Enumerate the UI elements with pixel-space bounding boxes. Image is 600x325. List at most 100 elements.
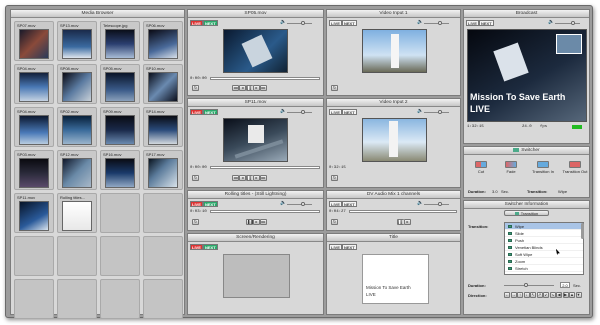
live-badge[interactable]: LIVE — [329, 20, 342, 26]
scrub-bar[interactable] — [210, 166, 320, 169]
direction-arrow-icon[interactable]: ↖ — [530, 292, 536, 298]
live-badge[interactable]: LIVE — [190, 244, 203, 250]
media-item[interactable]: SP10.mov — [143, 64, 183, 104]
volume-slider[interactable] — [424, 112, 449, 113]
media-item[interactable]: SP11.mov — [14, 193, 54, 233]
direction-arrow-icon[interactable]: ◀ — [556, 292, 562, 298]
volume-slider[interactable] — [555, 23, 580, 24]
loop-button[interactable]: ↻ — [192, 175, 199, 181]
play-button[interactable]: ▸ — [253, 175, 260, 181]
next-badge[interactable]: NEXT — [203, 244, 218, 250]
pause-button[interactable]: ❚❚ — [246, 175, 254, 181]
direction-arrow-icon[interactable]: ▶ — [562, 292, 569, 298]
rewind-button[interactable]: ◂◂ — [232, 175, 239, 181]
transition-item[interactable]: Zoom — [505, 258, 583, 265]
transition-item[interactable]: Slide — [505, 230, 583, 237]
direction-arrow-icon[interactable]: ↙ — [543, 292, 549, 298]
media-item[interactable]: SP14.mov — [143, 107, 183, 147]
media-item[interactable]: SP13.mov — [57, 21, 97, 61]
volume-knob[interactable] — [301, 202, 305, 206]
media-item[interactable]: SP17.mov — [143, 150, 183, 190]
scrub-bar[interactable] — [349, 210, 457, 213]
next-badge[interactable]: NEXT — [342, 109, 357, 115]
media-item[interactable]: SP02.mov — [57, 107, 97, 147]
direction-arrow-icon[interactable]: ↑ — [517, 292, 523, 298]
play-button[interactable]: ▸ — [253, 219, 260, 225]
next-badge[interactable]: NEXT — [342, 20, 357, 26]
back-button[interactable]: ◂ — [239, 175, 246, 181]
live-badge[interactable]: LIVE — [466, 20, 479, 26]
next-badge[interactable]: NEXT — [203, 201, 218, 207]
loop-button[interactable]: ↻ — [331, 219, 338, 225]
next-badge[interactable]: NEXT — [342, 244, 357, 250]
live-badge[interactable]: LIVE — [329, 201, 342, 207]
next-badge[interactable]: NEXT — [479, 20, 494, 26]
volume-knob[interactable] — [438, 202, 442, 206]
direction-arrow-icon[interactable]: ↓ — [523, 292, 530, 298]
play-button[interactable]: ▸ — [253, 85, 260, 91]
media-item[interactable]: SP03.mov — [14, 150, 54, 190]
volume-knob[interactable] — [301, 21, 305, 25]
transition-list[interactable]: Wipe Slide Push Venetian Blinds Soft Wipe Zoo… — [504, 222, 584, 275]
pause-button[interactable]: ❚❚ — [246, 219, 254, 225]
next-badge[interactable]: NEXT — [203, 20, 218, 26]
volume-slider[interactable] — [287, 23, 312, 24]
media-item[interactable]: SP04.mov — [14, 107, 54, 147]
direction-arrow-icon[interactable]: → — [510, 292, 517, 298]
media-item[interactable]: SP07.mov — [14, 21, 54, 61]
duration-input[interactable]: 2.0 — [560, 282, 570, 288]
volume-slider[interactable] — [287, 112, 312, 113]
live-badge[interactable]: LIVE — [329, 244, 342, 250]
media-item[interactable]: Rolling titles... — [57, 193, 97, 233]
list-scrollbar[interactable] — [581, 223, 584, 239]
loop-button[interactable]: ↻ — [192, 219, 199, 225]
media-item[interactable]: SP06.mov — [143, 21, 183, 61]
transition-in-button[interactable]: Transition In — [528, 161, 558, 174]
forward-button[interactable]: ▸▸ — [260, 219, 267, 225]
scrub-bar[interactable] — [210, 77, 320, 80]
volume-slider[interactable] — [424, 23, 449, 24]
volume-slider[interactable] — [424, 204, 449, 205]
fade-button[interactable]: Fade — [499, 161, 523, 174]
direction-arrow-icon[interactable]: ← — [504, 292, 510, 298]
loop-button[interactable]: ↻ — [331, 85, 338, 91]
volume-knob[interactable] — [438, 21, 442, 25]
loop-button[interactable]: ↻ — [331, 175, 338, 181]
rewind-button[interactable]: ◂◂ — [232, 85, 239, 91]
forward-button[interactable]: ▸▸ — [260, 175, 267, 181]
loop-button[interactable]: ↻ — [192, 85, 199, 91]
transition-item[interactable]: Venetian Blinds — [505, 244, 583, 251]
direction-arrow-icon[interactable]: ▲ — [569, 292, 575, 298]
media-item[interactable]: Telescope.jpg — [100, 21, 140, 61]
tab-transition[interactable]: Transition — [504, 210, 549, 216]
transition-item[interactable]: Stretch — [505, 265, 583, 272]
direction-arrow-icon[interactable]: ↘ — [549, 292, 556, 298]
back-button[interactable]: ◂ — [239, 85, 246, 91]
media-item[interactable]: SP08.mov — [57, 64, 97, 104]
direction-arrow-icon[interactable]: ▼ — [575, 292, 582, 298]
play-button[interactable]: ▸ — [404, 219, 411, 225]
live-badge[interactable]: LIVE — [190, 20, 203, 26]
pause-button[interactable]: ❚❚ — [397, 219, 405, 225]
live-badge[interactable]: LIVE — [329, 109, 342, 115]
next-badge[interactable]: NEXT — [342, 201, 357, 207]
volume-knob[interactable] — [438, 110, 442, 114]
volume-knob[interactable] — [571, 21, 575, 25]
volume-knob[interactable] — [301, 110, 305, 114]
media-item[interactable]: SP05.mov — [100, 64, 140, 104]
cut-button[interactable]: Cut — [469, 161, 493, 174]
next-badge[interactable]: NEXT — [203, 109, 218, 115]
transition-item[interactable]: Wipe — [505, 223, 583, 230]
live-badge[interactable]: LIVE — [190, 109, 203, 115]
scrub-bar[interactable] — [210, 210, 320, 213]
transition-item[interactable]: Soft Wipe — [505, 251, 583, 258]
media-item[interactable]: SP04.mov — [14, 64, 54, 104]
media-item[interactable]: SP09.mov — [100, 107, 140, 147]
media-item[interactable]: SP12.mov — [57, 150, 97, 190]
pause-button[interactable]: ❚❚ — [246, 85, 254, 91]
duration-slider[interactable] — [504, 285, 554, 286]
transition-out-button[interactable]: Transition Out — [560, 161, 590, 174]
media-item[interactable]: SP16.mov — [100, 150, 140, 190]
direction-arrow-icon[interactable]: ↗ — [536, 292, 543, 298]
live-badge[interactable]: LIVE — [190, 201, 203, 207]
